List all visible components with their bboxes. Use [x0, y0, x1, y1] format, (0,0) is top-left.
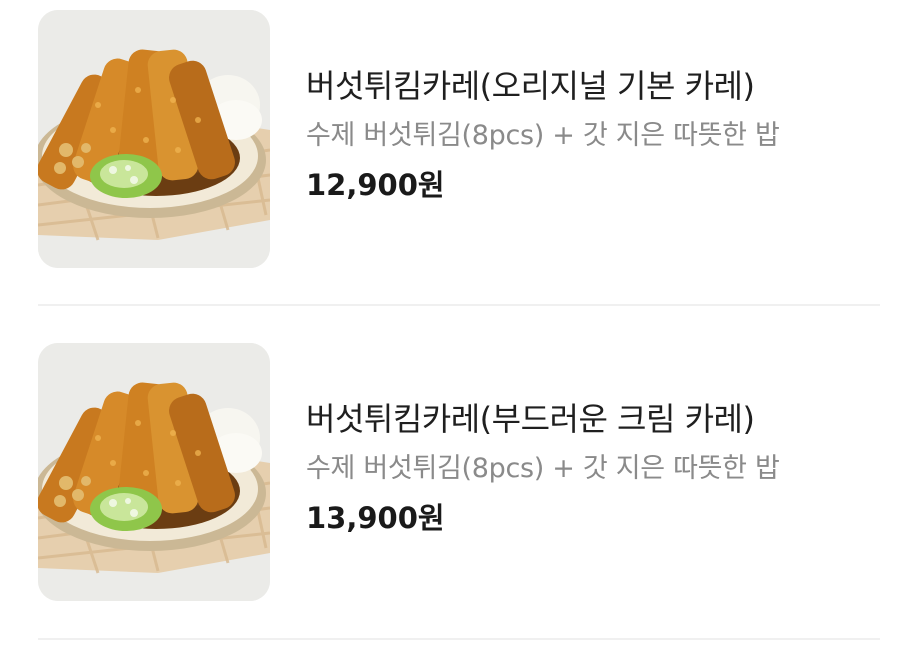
menu-item[interactable]: 버섯튀킴카레(부드러운 크림 카레) 수제 버섯튀김(8pcs) + 갓 지은 … — [0, 343, 900, 603]
menu-item[interactable]: 버섯튀킴카레(오리지널 기본 카레) 수제 버섯튀김(8pcs) + 갓 지은 … — [0, 10, 900, 270]
menu-item-title: 버섯튀킴카레(오리지널 기본 카레) — [306, 67, 755, 105]
curry-dish-image — [38, 10, 270, 268]
menu-item-info: 버섯튀킴카레(부드러운 크림 카레) 수제 버섯튀김(8pcs) + 갓 지은 … — [306, 399, 886, 536]
menu-item-photo[interactable] — [38, 343, 270, 601]
menu-item-photo[interactable] — [38, 10, 270, 268]
menu-item-price: 12,900원 — [306, 168, 445, 202]
divider — [38, 304, 880, 306]
menu-list: 버섯튀킴카레(오리지널 기본 카레) 수제 버섯튀김(8pcs) + 갓 지은 … — [0, 0, 900, 646]
menu-item-description: 수제 버섯튀김(8pcs) + 갓 지은 따뜻한 밥 — [306, 120, 780, 151]
divider — [38, 638, 880, 640]
menu-item-description: 수제 버섯튀김(8pcs) + 갓 지은 따뜻한 밥 — [306, 453, 780, 484]
curry-dish-image — [38, 343, 270, 601]
menu-item-title: 버섯튀킴카레(부드러운 크림 카레) — [306, 400, 755, 438]
menu-item-price: 13,900원 — [306, 501, 445, 535]
menu-item-info: 버섯튀킴카레(오리지널 기본 카레) 수제 버섯튀김(8pcs) + 갓 지은 … — [306, 66, 886, 203]
